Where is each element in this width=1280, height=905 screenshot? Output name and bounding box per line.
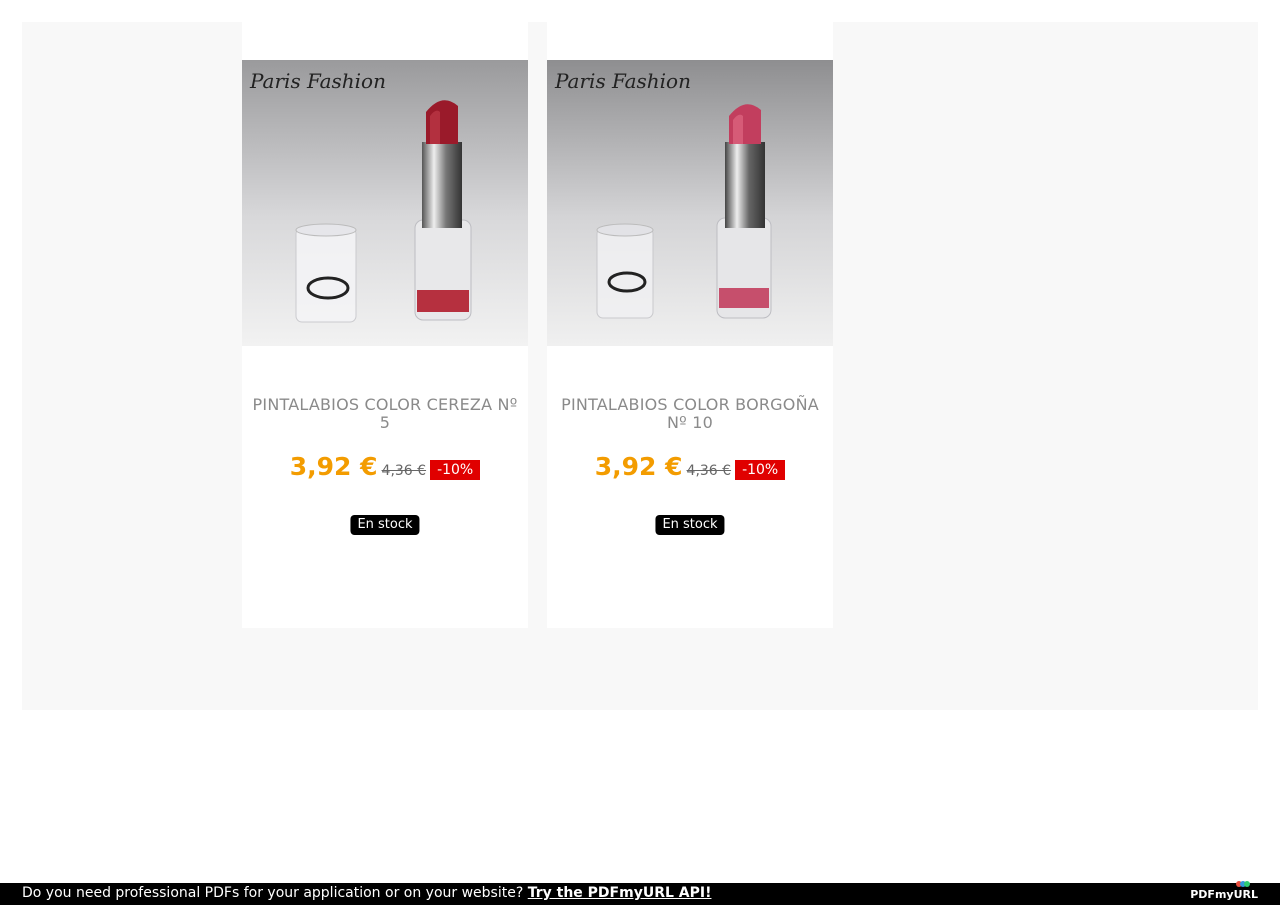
footer-banner: Do you need professional PDFs for your a… [0,881,1280,905]
brand-watermark: Paris Fashion [249,69,386,93]
product-list-container: Paris Fashion PINTALABIOS COLOR CEREZA N… [22,22,1258,710]
price: 3,92 € [289,452,378,481]
discount-badge: -10% [735,460,786,480]
footer-text: Do you need professional PDFs for your a… [22,885,524,901]
discount-badge: -10% [430,460,481,480]
product-image[interactable]: Paris Fashion [547,60,833,346]
stock-badge: En stock [350,515,420,535]
product-card[interactable]: Paris Fashion PINTALABIOS COLOR BORGOÑA … [547,22,833,628]
pdfmyurl-logo[interactable]: PDFmyURL [1190,885,1258,905]
price-row: 3,92 € 4,36 € -10% [242,452,528,484]
price: 3,92 € [594,452,683,481]
footer-api-link[interactable]: Try the PDFmyURL API! [528,885,712,901]
stock-badge: En stock [655,515,725,535]
old-price: 4,36 € [381,463,427,479]
price-row: 3,92 € 4,36 € -10% [547,452,833,484]
brand-watermark: Paris Fashion [554,69,691,93]
old-price: 4,36 € [686,463,732,479]
product-card[interactable]: Paris Fashion PINTALABIOS COLOR CEREZA N… [242,22,528,628]
product-image[interactable]: Paris Fashion [242,60,528,346]
product-name[interactable]: PINTALABIOS COLOR BORGOÑA Nº 10 [557,396,823,432]
product-name[interactable]: PINTALABIOS COLOR CEREZA Nº 5 [252,396,518,432]
footer-text-wrap: Do you need professional PDFs for your a… [22,883,711,903]
